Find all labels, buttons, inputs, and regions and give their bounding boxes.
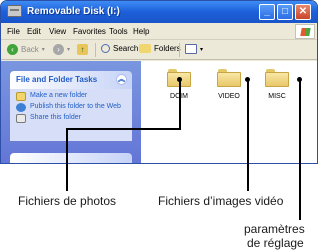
file-folder-tasks-box: File and Folder Tasks ︽ Make a new folde… [10,71,132,141]
task-publish-web[interactable]: Publish this folder to the Web [16,103,132,112]
views-icon [185,44,197,54]
callout-photos-down [66,128,68,191]
task-list: Make a new folder Publish this folder to… [10,89,132,141]
forward-arrow-icon: › [53,44,64,55]
windows-logo-icon [295,24,315,39]
new-folder-icon [16,92,26,101]
task-box-title: File and Folder Tasks [16,75,98,84]
folder-video[interactable]: VIDEO [209,69,249,100]
content-area: File and Folder Tasks ︽ Make a new folde… [1,61,317,163]
folder-label: VIDEO [218,93,240,100]
maximize-button[interactable]: □ [277,4,293,20]
folders-icon [139,44,151,53]
collapse-icon[interactable]: ︽ [116,74,127,85]
search-icon [101,44,110,53]
other-places-box[interactable] [10,153,132,163]
views-dropdown-icon[interactable]: ▾ [200,46,203,53]
callout-photos-dot [177,77,182,82]
task-make-new-folder[interactable]: Make a new folder [16,92,132,101]
label-video-files: Fichiers d’images vidéo [158,194,284,208]
up-button[interactable]: ↑ [77,44,91,55]
callout-video-line [247,80,249,191]
menu-help[interactable]: Help [133,27,149,36]
forward-dropdown-icon[interactable]: ▾ [67,46,70,53]
forward-button[interactable]: › ▾ [53,44,70,55]
callout-video-dot [245,77,250,82]
menu-view[interactable]: View [49,27,66,36]
title-bar: Removable Disk (I:) _ □ ✕ [1,1,317,23]
menu-favorites[interactable]: Favorites [73,27,106,36]
callout-photos-up [179,80,181,130]
window-title: Removable Disk (I:) [27,6,120,17]
menu-bar: File Edit View Favorites Tools Help [1,23,317,40]
callout-settings-line [299,80,301,220]
explorer-window: Removable Disk (I:) _ □ ✕ File Edit View… [0,0,318,164]
up-folder-icon: ↑ [77,44,88,55]
back-label: Back [21,45,39,54]
menu-tools[interactable]: Tools [109,27,128,36]
task-pane: File and Folder Tasks ︽ Make a new folde… [1,61,141,163]
label-settings-line1: paramètres [244,222,305,236]
close-button[interactable]: ✕ [295,4,311,20]
drive-icon [7,5,22,17]
toolbar: ‹ Back ▾ › ▾ ↑ Search Folders ▾ [1,40,317,60]
toolbar-separator [179,43,180,57]
views-button[interactable]: ▾ [185,44,203,54]
folders-label: Folders [154,44,181,53]
back-arrow-icon: ‹ [7,44,18,55]
folder-icon [265,69,289,87]
publish-web-icon [16,103,26,112]
callout-settings-dot [297,77,302,82]
share-folder-icon [16,114,26,123]
folders-button[interactable]: Folders [139,44,181,53]
minimize-button[interactable]: _ [259,4,275,20]
folder-icon [217,69,241,87]
label-photo-files: Fichiers de photos [18,194,117,208]
menu-file[interactable]: File [7,27,20,36]
task-share-folder[interactable]: Share this folder [16,114,132,123]
task-label: Share this folder [30,114,81,121]
back-dropdown-icon[interactable]: ▾ [42,46,45,53]
search-button[interactable]: Search [101,44,138,53]
search-label: Search [113,44,139,53]
folder-misc[interactable]: MISC [257,69,297,100]
label-settings-line2: de réglage [247,236,304,250]
toolbar-separator [95,43,96,57]
menu-edit[interactable]: Edit [27,27,41,36]
task-box-header[interactable]: File and Folder Tasks ︽ [10,71,132,89]
task-label: Publish this folder to the Web [30,103,121,110]
folder-label: MISC [268,93,286,100]
file-list: DCIM VIDEO MISC [141,61,305,163]
callout-photos-horizontal [66,128,180,130]
task-label: Make a new folder [30,92,88,99]
back-button[interactable]: ‹ Back ▾ [7,44,45,55]
